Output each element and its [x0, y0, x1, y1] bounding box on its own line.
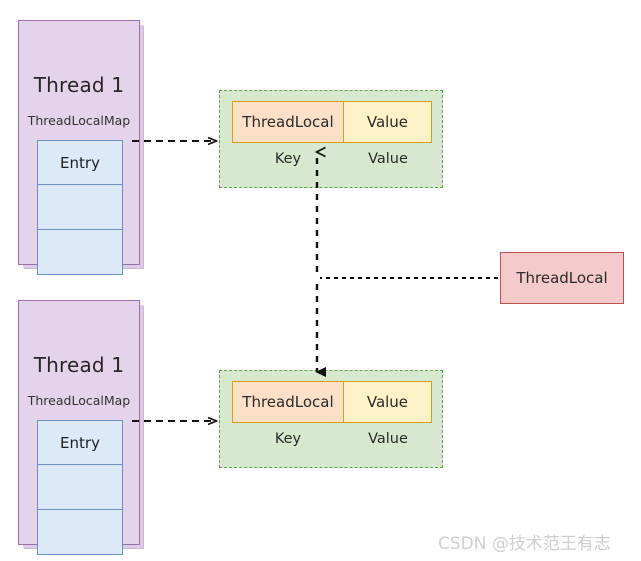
entry-cell[interactable]: [38, 509, 122, 554]
key-box[interactable]: ThreadLocal: [233, 102, 344, 142]
value-caption: Value: [368, 151, 408, 167]
entry-cell[interactable]: [38, 465, 122, 510]
thread-subtitle: ThreadLocalMap: [27, 113, 131, 128]
value-box[interactable]: Value: [343, 382, 431, 422]
map-entry-group-top: ThreadLocal Value Key Value: [219, 90, 443, 188]
thread-panel-bottom: Thread 1 ThreadLocalMap Entry: [18, 300, 140, 555]
key-caption: Key: [274, 431, 302, 447]
thread-subtitle: ThreadLocalMap: [27, 393, 131, 408]
value-caption: Value: [368, 431, 408, 447]
thread-title: Thread 1: [33, 73, 125, 97]
entry-table: Entry: [37, 140, 123, 275]
entry-cell[interactable]: Entry: [38, 141, 122, 186]
value-box[interactable]: Value: [343, 102, 431, 142]
watermark: CSDN @技术范王有志: [438, 534, 611, 554]
map-entry-group-bottom: ThreadLocal Value Key Value: [219, 370, 443, 468]
entry-cell[interactable]: Entry: [38, 421, 122, 466]
diagram-canvas: Thread 1 ThreadLocalMap Entry Thread 1 T…: [0, 0, 641, 561]
entry-cell[interactable]: [38, 229, 122, 274]
key-value-row: ThreadLocal Value: [232, 381, 432, 423]
key-value-row: ThreadLocal Value: [232, 101, 432, 143]
thread-panel-top: Thread 1 ThreadLocalMap Entry: [18, 20, 140, 275]
entry-cell[interactable]: [38, 185, 122, 230]
key-box[interactable]: ThreadLocal: [233, 382, 344, 422]
entry-table: Entry: [37, 420, 123, 555]
threadlocal-object[interactable]: ThreadLocal: [500, 252, 624, 304]
key-caption: Key: [274, 151, 302, 167]
thread-title: Thread 1: [33, 353, 125, 377]
